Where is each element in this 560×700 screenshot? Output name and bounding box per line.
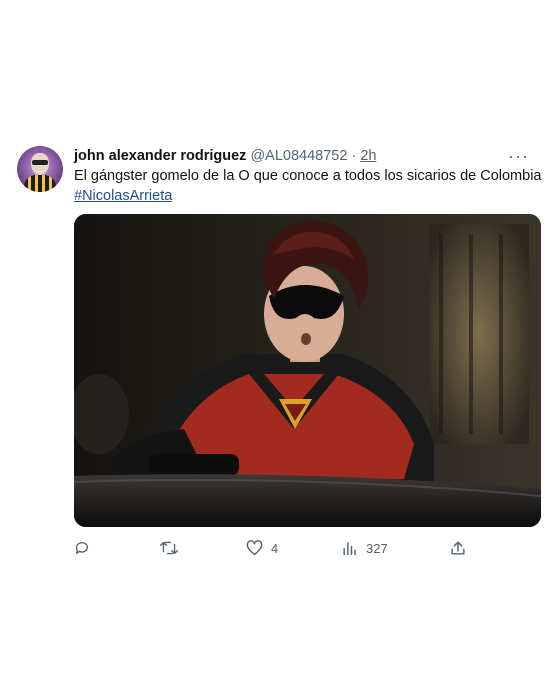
- avatar-glasses: [32, 160, 48, 165]
- retweet-button[interactable]: [160, 538, 186, 558]
- tweet-time[interactable]: 2h: [360, 148, 376, 164]
- hashtag-link[interactable]: #NicolasArrieta: [74, 186, 544, 206]
- tweet[interactable]: john alexander rodriguez @AL08448752 · 2…: [0, 142, 560, 572]
- heart-icon: [246, 540, 263, 556]
- reply-icon: [75, 542, 88, 554]
- tweet-body: El gángster gomelo de la O que conoce a …: [74, 168, 542, 184]
- tweet-text: El gángster gomelo de la O que conoce a …: [74, 166, 544, 206]
- views-count: 327: [366, 540, 388, 556]
- tweet-media-image[interactable]: [74, 214, 541, 527]
- author-handle[interactable]: @AL08448752: [250, 148, 347, 164]
- reply-button[interactable]: [74, 538, 98, 558]
- retweet-icon: [160, 541, 178, 555]
- author-name[interactable]: john alexander rodriguez: [74, 148, 246, 164]
- like-count: 4: [271, 540, 279, 556]
- views-icon: [343, 542, 356, 556]
- share-button[interactable]: [450, 538, 466, 558]
- avatar[interactable]: [17, 146, 63, 192]
- more-icon[interactable]: ···: [508, 146, 529, 166]
- share-icon: [451, 541, 465, 555]
- tweet-header: john alexander rodriguez @AL08448752 · 2…: [74, 146, 544, 166]
- separator-dot: ·: [351, 148, 357, 164]
- views-button[interactable]: 327: [342, 538, 388, 558]
- tweet-actions: 4 327: [74, 538, 474, 558]
- avatar-body: [24, 175, 56, 192]
- media-illustration: [74, 214, 541, 527]
- like-button[interactable]: 4: [246, 538, 278, 558]
